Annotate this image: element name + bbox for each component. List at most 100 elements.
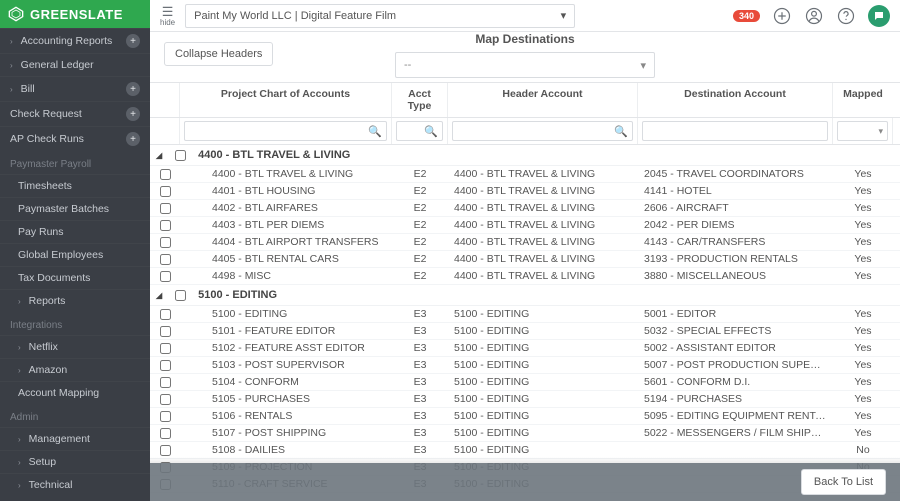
row-checkbox[interactable] [160, 343, 171, 354]
accounts-table: Project Chart of Accounts Acct Type Head… [150, 82, 900, 501]
topbar: ☰ hide Paint My World LLC | Digital Feat… [150, 0, 900, 32]
cell-pca: 5104 - CONFORM [180, 376, 392, 388]
col-acct-type[interactable]: Acct Type [392, 83, 448, 117]
filter-head[interactable]: 🔍 [452, 121, 633, 141]
row-checkbox[interactable] [160, 411, 171, 422]
col-header-account[interactable]: Header Account [448, 83, 638, 117]
table-row[interactable]: 5101 - FEATURE EDITORE35100 - EDITING503… [150, 323, 900, 340]
plus-icon[interactable]: + [126, 132, 140, 146]
col-destination[interactable]: Destination Account [638, 83, 833, 117]
row-checkbox[interactable] [160, 445, 171, 456]
plus-icon[interactable]: + [126, 82, 140, 96]
group-header[interactable]: ◢4400 - BTL TRAVEL & LIVING [150, 145, 900, 166]
sidebar-item[interactable]: Check Request+ [0, 101, 150, 126]
row-checkbox[interactable] [160, 220, 171, 231]
project-selector[interactable]: Paint My World LLC | Digital Feature Fil… [185, 4, 575, 28]
plus-icon[interactable]: + [126, 34, 140, 48]
sidebar-item[interactable]: ›Netflix [0, 335, 150, 358]
table-row[interactable]: 5102 - FEATURE ASST EDITORE35100 - EDITI… [150, 340, 900, 357]
sidebar-item[interactable]: ›Management [0, 427, 150, 450]
cell-dest: 3193 - PRODUCTION RENTALS [638, 253, 833, 265]
collapse-icon: ◢ [156, 151, 162, 160]
cell-map: Yes [833, 427, 893, 439]
group-checkbox[interactable] [175, 150, 186, 161]
sidebar-item-label: Global Employees [18, 249, 103, 261]
notification-badge[interactable]: 340 [733, 10, 760, 22]
row-checkbox[interactable] [160, 169, 171, 180]
cell-dest: 5002 - ASSISTANT EDITOR [638, 342, 833, 354]
row-checkbox[interactable] [160, 377, 171, 388]
table-row[interactable]: 5105 - PURCHASESE35100 - EDITING5194 - P… [150, 391, 900, 408]
cell-acct: E2 [392, 219, 448, 231]
help-icon[interactable] [836, 6, 856, 26]
table-row[interactable]: 5104 - CONFORME35100 - EDITING5601 - CON… [150, 374, 900, 391]
sidebar-item-label: Reports [29, 295, 66, 307]
table-row[interactable]: 4404 - BTL AIRPORT TRANSFERSE24400 - BTL… [150, 234, 900, 251]
chevron-down-icon: ▾ [640, 59, 646, 72]
row-checkbox[interactable] [160, 254, 171, 265]
row-checkbox[interactable] [160, 428, 171, 439]
row-checkbox[interactable] [160, 237, 171, 248]
cell-map: Yes [833, 202, 893, 214]
sidebar-item[interactable]: Paymaster Batches [0, 197, 150, 220]
table-row[interactable]: 5100 - EDITINGE35100 - EDITING5001 - EDI… [150, 306, 900, 323]
cell-pca: 5103 - POST SUPERVISOR [180, 359, 392, 371]
row-checkbox[interactable] [160, 394, 171, 405]
cell-pca: 5107 - POST SHIPPING [180, 427, 392, 439]
filter-pca[interactable]: 🔍 [184, 121, 387, 141]
destination-select[interactable]: -- ▾ [395, 52, 655, 78]
table-row[interactable]: 4403 - BTL PER DIEMSE24400 - BTL TRAVEL … [150, 217, 900, 234]
user-icon[interactable] [804, 6, 824, 26]
table-row[interactable]: 4402 - BTL AIRFARESE24400 - BTL TRAVEL &… [150, 200, 900, 217]
table-row[interactable]: 4498 - MISCE24400 - BTL TRAVEL & LIVING3… [150, 268, 900, 285]
sidebar-item[interactable]: ›Technical [0, 473, 150, 496]
sidebar-item[interactable]: ›Accounting Reports+ [0, 28, 150, 53]
cell-pca: 5100 - EDITING [180, 308, 392, 320]
row-checkbox[interactable] [160, 326, 171, 337]
sidebar-item[interactable]: ›Amazon [0, 358, 150, 381]
add-button[interactable] [772, 6, 792, 26]
group-header[interactable]: ◢5100 - EDITING [150, 285, 900, 306]
cell-head: 4400 - BTL TRAVEL & LIVING [448, 270, 638, 282]
row-checkbox[interactable] [160, 360, 171, 371]
table-row[interactable]: 5103 - POST SUPERVISORE35100 - EDITING50… [150, 357, 900, 374]
sidebar-item[interactable]: ›Setup [0, 450, 150, 473]
cell-pca: 5102 - FEATURE ASST EDITOR [180, 342, 392, 354]
cell-dest: 5601 - CONFORM D.I. [638, 376, 833, 388]
table-row[interactable]: 4405 - BTL RENTAL CARSE24400 - BTL TRAVE… [150, 251, 900, 268]
sidebar-item[interactable]: Timesheets [0, 174, 150, 197]
sidebar-item[interactable]: Tax Documents [0, 266, 150, 289]
sidebar-item[interactable]: ›General Ledger [0, 53, 150, 76]
row-checkbox[interactable] [160, 271, 171, 282]
table-row[interactable]: 4400 - BTL TRAVEL & LIVINGE24400 - BTL T… [150, 166, 900, 183]
back-to-list-button[interactable]: Back To List [801, 469, 886, 495]
row-checkbox[interactable] [160, 309, 171, 320]
cell-pca: 4400 - BTL TRAVEL & LIVING [180, 168, 392, 180]
col-mapped[interactable]: Mapped [833, 83, 893, 117]
filter-map[interactable]: ▾ [837, 121, 888, 141]
cell-pca: 5105 - PURCHASES [180, 393, 392, 405]
col-project-chart[interactable]: Project Chart of Accounts [180, 83, 392, 117]
table-row[interactable]: 4401 - BTL HOUSINGE24400 - BTL TRAVEL & … [150, 183, 900, 200]
sidebar-item[interactable]: Pay Runs [0, 220, 150, 243]
cell-map: Yes [833, 253, 893, 265]
row-checkbox[interactable] [160, 203, 171, 214]
sidebar-item[interactable]: AP Check Runs+ [0, 126, 150, 151]
sidebar-item[interactable]: Global Employees [0, 243, 150, 266]
row-checkbox[interactable] [160, 186, 171, 197]
filter-dest[interactable] [642, 121, 828, 141]
sidebar-item[interactable]: ›Reports [0, 289, 150, 312]
plus-icon[interactable]: + [126, 107, 140, 121]
hide-sidebar-button[interactable]: ☰ hide [160, 5, 175, 27]
filter-acct[interactable]: 🔍 [396, 121, 443, 141]
group-checkbox[interactable] [175, 290, 186, 301]
sidebar-item[interactable]: ›Bill+ [0, 76, 150, 101]
cell-head: 5100 - EDITING [448, 410, 638, 422]
cell-map: No [833, 444, 893, 456]
chevron-right-icon: › [18, 366, 21, 375]
table-row[interactable]: 5106 - RENTALSE35100 - EDITING5095 - EDI… [150, 408, 900, 425]
collapse-headers-button[interactable]: Collapse Headers [164, 42, 273, 66]
chat-icon[interactable] [868, 5, 890, 27]
sidebar-item[interactable]: Account Mapping [0, 381, 150, 404]
table-row[interactable]: 5107 - POST SHIPPINGE35100 - EDITING5022… [150, 425, 900, 442]
